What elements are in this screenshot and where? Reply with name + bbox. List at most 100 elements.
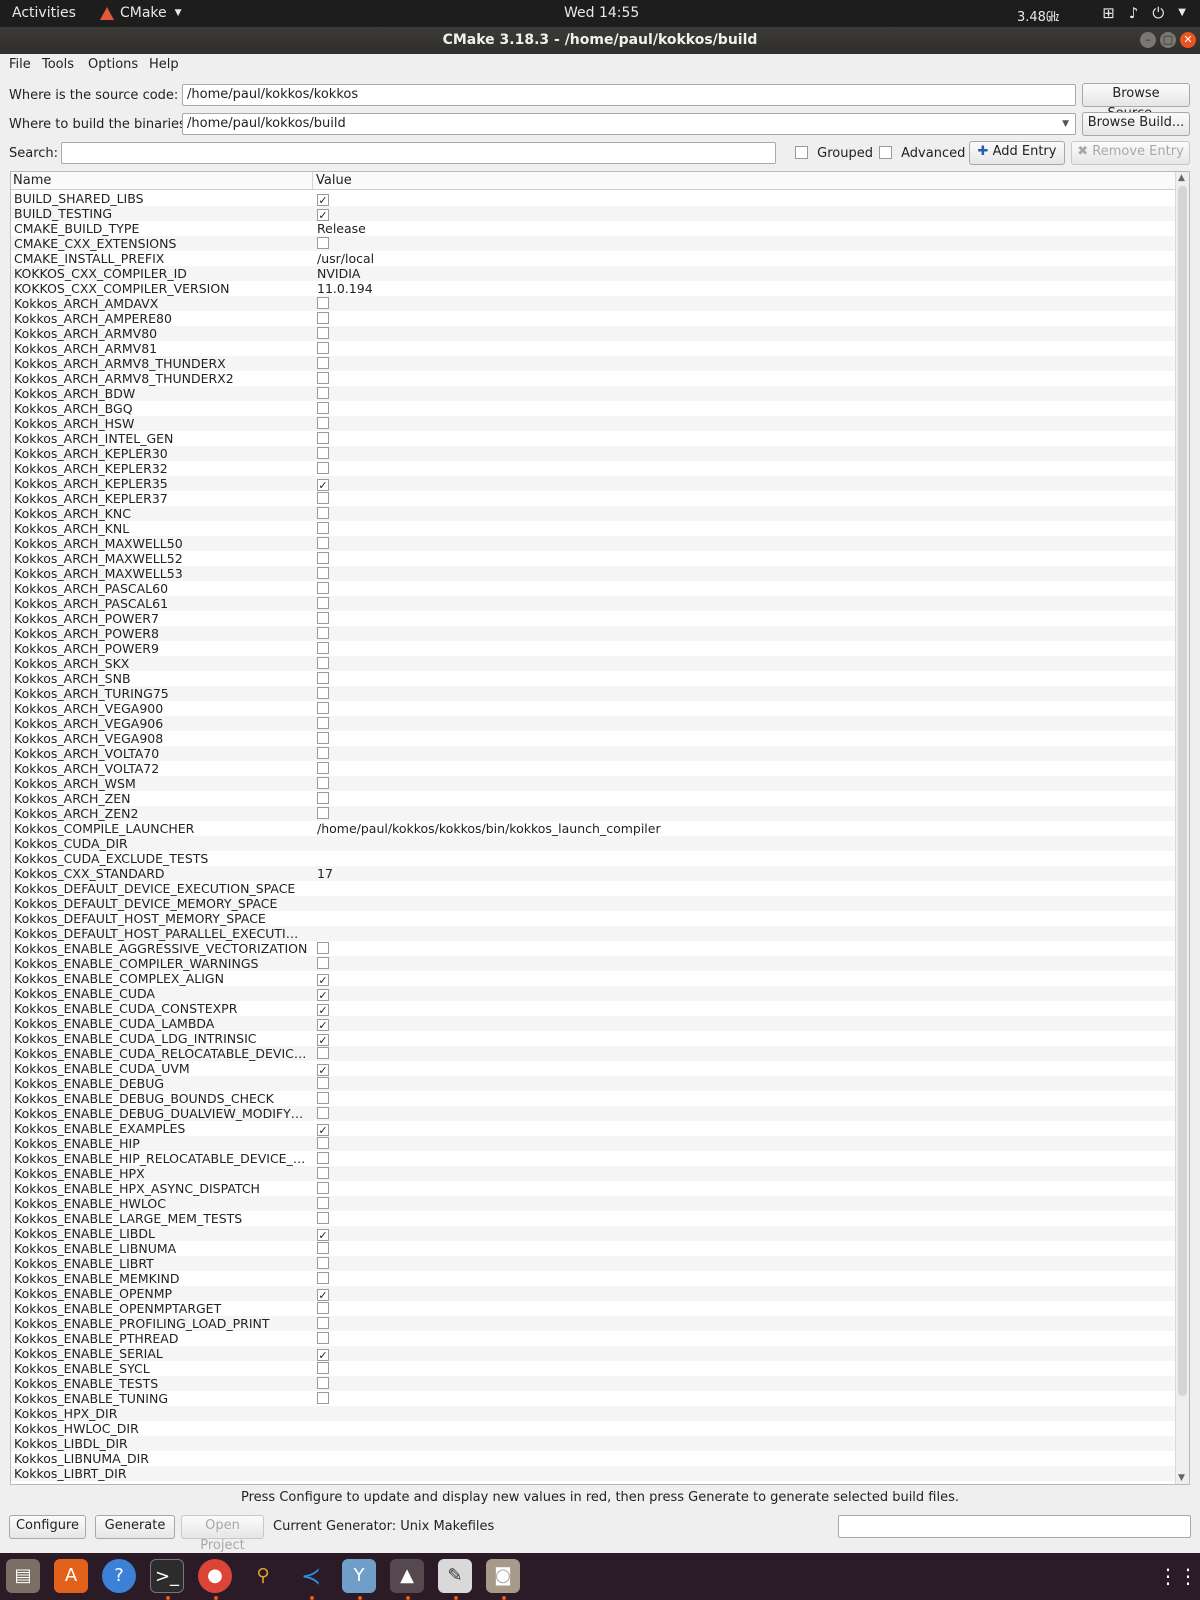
- table-row[interactable]: Kokkos_ENABLE_CUDA_UVM ✓: [11, 1061, 1175, 1076]
- entry-checkbox[interactable]: [317, 806, 329, 821]
- table-row[interactable]: Kokkos_ARCH_MAXWELL50: [11, 536, 1175, 551]
- checkmark-icon[interactable]: ✓: [317, 194, 329, 206]
- entry-checkbox[interactable]: [317, 1196, 329, 1211]
- table-row[interactable]: Kokkos_CUDA_EXCLUDE_TESTS: [11, 851, 1175, 866]
- table-row[interactable]: Kokkos_ENABLE_COMPLEX_ALIGN ✓: [11, 971, 1175, 986]
- checkbox-empty[interactable]: [317, 387, 329, 399]
- window-titlebar[interactable]: CMake 3.18.3 - /home/paul/kokkos/build –…: [0, 27, 1200, 54]
- table-row[interactable]: Kokkos_ENABLE_CUDA_LDG_INTRINSIC ✓: [11, 1031, 1175, 1046]
- entry-checkbox[interactable]: [317, 611, 329, 626]
- configure-button[interactable]: Configure: [9, 1515, 86, 1539]
- checkbox-empty[interactable]: [317, 942, 329, 954]
- scroll-down-icon[interactable]: ▼: [1178, 1473, 1185, 1483]
- table-row[interactable]: Kokkos_ENABLE_HIP: [11, 1136, 1175, 1151]
- table-row[interactable]: Kokkos_ARCH_ARMV8_THUNDERX: [11, 356, 1175, 371]
- browse-build-button[interactable]: Browse Build...: [1082, 112, 1190, 136]
- volume-icon[interactable]: ♪: [1129, 4, 1139, 22]
- table-row[interactable]: Kokkos_ARCH_ARMV80: [11, 326, 1175, 341]
- table-row[interactable]: Kokkos_ARCH_PASCAL60: [11, 581, 1175, 596]
- table-row[interactable]: Kokkos_ENABLE_COMPILER_WARNINGS: [11, 956, 1175, 971]
- entry-checkbox[interactable]: ✓: [317, 1016, 329, 1031]
- checkmark-icon[interactable]: ✓: [317, 974, 329, 986]
- checkmark-icon[interactable]: ✓: [317, 1229, 329, 1241]
- scroll-up-icon[interactable]: ▲: [1178, 173, 1185, 183]
- output-field[interactable]: [838, 1515, 1191, 1538]
- table-row[interactable]: Kokkos_ENABLE_MEMKIND: [11, 1271, 1175, 1286]
- entry-value[interactable]: /home/paul/kokkos/kokkos/bin/kokkos_laun…: [317, 821, 661, 836]
- table-row[interactable]: Kokkos_ARCH_VEGA900: [11, 701, 1175, 716]
- scrollbar-thumb[interactable]: [1178, 186, 1187, 1396]
- vscode-icon[interactable]: ≺: [294, 1559, 328, 1593]
- checkmark-icon[interactable]: ✓: [317, 1019, 329, 1031]
- clock[interactable]: Wed 14:55: [564, 5, 639, 21]
- table-row[interactable]: Kokkos_LIBRT_DIR: [11, 1466, 1175, 1481]
- menu-options[interactable]: Options: [88, 57, 138, 72]
- entry-checkbox[interactable]: [317, 326, 329, 341]
- checkbox-empty[interactable]: [317, 567, 329, 579]
- entry-checkbox[interactable]: [317, 1316, 329, 1331]
- entry-value[interactable]: /usr/local: [317, 251, 374, 266]
- entry-checkbox[interactable]: [317, 1076, 329, 1091]
- entry-checkbox[interactable]: [317, 671, 329, 686]
- table-row[interactable]: Kokkos_ARCH_ARMV81: [11, 341, 1175, 356]
- checkbox-empty[interactable]: [317, 957, 329, 969]
- table-row[interactable]: Kokkos_ARCH_POWER9: [11, 641, 1175, 656]
- table-row[interactable]: Kokkos_ENABLE_LIBRT: [11, 1256, 1175, 1271]
- checkbox-empty[interactable]: [317, 1212, 329, 1224]
- table-row[interactable]: Kokkos_ENABLE_CUDA_LAMBDA ✓: [11, 1016, 1175, 1031]
- entry-checkbox[interactable]: [317, 1256, 329, 1271]
- table-row[interactable]: Kokkos_ENABLE_CUDA ✓: [11, 986, 1175, 1001]
- table-row[interactable]: Kokkos_ARCH_INTEL_GEN: [11, 431, 1175, 446]
- entry-checkbox[interactable]: [317, 761, 329, 776]
- table-row[interactable]: Kokkos_ARCH_TURING75: [11, 686, 1175, 701]
- checkbox-empty[interactable]: [317, 492, 329, 504]
- entry-checkbox[interactable]: ✓: [317, 191, 329, 206]
- table-row[interactable]: Kokkos_ARCH_KEPLER32: [11, 461, 1175, 476]
- entry-checkbox[interactable]: ✓: [317, 971, 329, 986]
- table-row[interactable]: Kokkos_ARCH_KNC: [11, 506, 1175, 521]
- entry-checkbox[interactable]: [317, 776, 329, 791]
- checkbox-empty[interactable]: [317, 687, 329, 699]
- checkbox-empty[interactable]: [317, 642, 329, 654]
- checkbox-empty[interactable]: [317, 1302, 329, 1314]
- checkmark-icon[interactable]: ✓: [317, 989, 329, 1001]
- checkmark-icon[interactable]: ✓: [317, 1124, 329, 1136]
- entry-checkbox[interactable]: ✓: [317, 1001, 329, 1016]
- text-editor-icon[interactable]: ✎: [438, 1559, 472, 1593]
- chevron-down-icon[interactable]: ▼: [1178, 4, 1186, 22]
- entry-checkbox[interactable]: [317, 401, 329, 416]
- table-row[interactable]: Kokkos_ARCH_PASCAL61: [11, 596, 1175, 611]
- chrome-icon[interactable]: ●: [198, 1559, 232, 1593]
- search-input[interactable]: [61, 142, 776, 164]
- files-icon[interactable]: ▤: [6, 1559, 40, 1593]
- checkbox-empty[interactable]: [317, 582, 329, 594]
- checkbox-empty[interactable]: [317, 522, 329, 534]
- checkbox-empty[interactable]: [317, 1092, 329, 1104]
- source-path-input[interactable]: /home/paul/kokkos/kokkos: [182, 84, 1076, 106]
- table-row[interactable]: Kokkos_ENABLE_SYCL: [11, 1361, 1175, 1376]
- checkbox-empty[interactable]: [317, 552, 329, 564]
- table-row[interactable]: Kokkos_ENABLE_SERIAL ✓: [11, 1346, 1175, 1361]
- entry-checkbox[interactable]: [317, 716, 329, 731]
- table-row[interactable]: Kokkos_ENABLE_LIBDL ✓: [11, 1226, 1175, 1241]
- menu-file[interactable]: File: [9, 57, 31, 72]
- table-row[interactable]: Kokkos_HWLOC_DIR: [11, 1421, 1175, 1436]
- table-row[interactable]: Kokkos_ENABLE_CUDA_CONSTEXPR ✓: [11, 1001, 1175, 1016]
- table-row[interactable]: Kokkos_ARCH_WSM: [11, 776, 1175, 791]
- entry-checkbox[interactable]: ✓: [317, 476, 329, 491]
- table-row[interactable]: KOKKOS_CXX_COMPILER_ID NVIDIA: [11, 266, 1175, 281]
- table-row[interactable]: CMAKE_BUILD_TYPE Release: [11, 221, 1175, 236]
- entry-checkbox[interactable]: [317, 386, 329, 401]
- table-row[interactable]: Kokkos_ENABLE_DEBUG_BOUNDS_CHECK: [11, 1091, 1175, 1106]
- table-row[interactable]: Kokkos_ENABLE_PROFILING_LOAD_PRINT: [11, 1316, 1175, 1331]
- entry-checkbox[interactable]: [317, 941, 329, 956]
- advanced-check-box[interactable]: [879, 146, 892, 159]
- entry-value[interactable]: 17: [317, 866, 333, 881]
- grouped-check-box[interactable]: [795, 146, 808, 159]
- table-row[interactable]: BUILD_SHARED_LIBS ✓: [11, 191, 1175, 206]
- entry-checkbox[interactable]: [317, 356, 329, 371]
- table-row[interactable]: Kokkos_DEFAULT_DEVICE_MEMORY_SPACE: [11, 896, 1175, 911]
- checkbox-empty[interactable]: [317, 1182, 329, 1194]
- entry-checkbox[interactable]: ✓: [317, 206, 329, 221]
- table-row[interactable]: Kokkos_ENABLE_OPENMPTARGET: [11, 1301, 1175, 1316]
